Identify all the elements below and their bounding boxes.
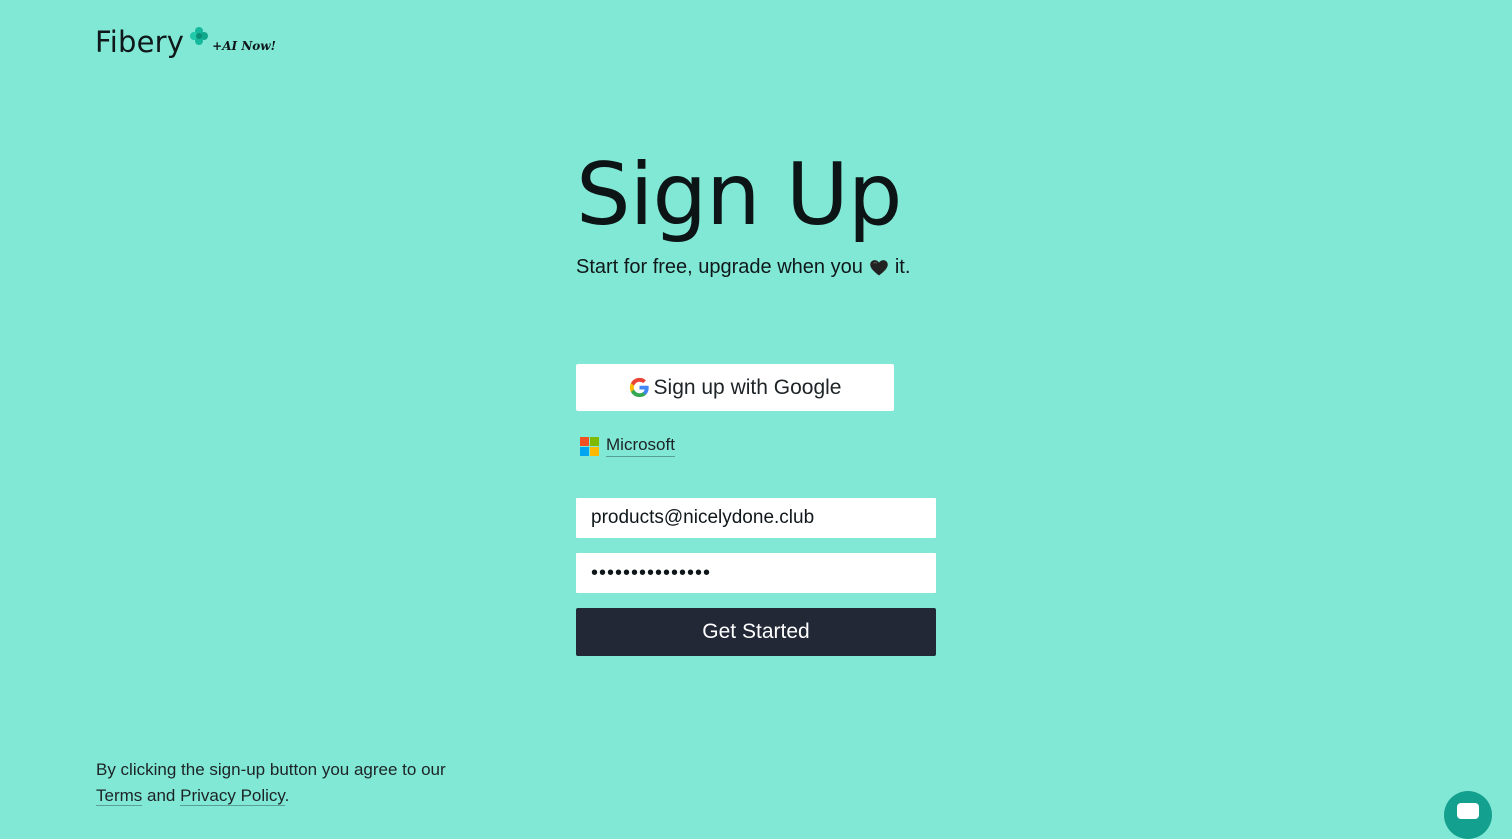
legal-text: By clicking the sign-up button you agree…	[96, 760, 446, 779]
google-signup-label: Sign up with Google	[653, 375, 842, 399]
google-signup-button[interactable]: Sign up with Google	[576, 364, 894, 411]
password-field[interactable]	[576, 553, 936, 593]
signup-header: Sign Up Start for free, upgrade when you…	[576, 145, 976, 278]
chat-launcher-button[interactable]	[1444, 791, 1492, 839]
subtitle-text-after: it.	[894, 256, 911, 278]
microsoft-signup-link[interactable]: Microsoft	[580, 435, 675, 457]
legal-end: .	[284, 786, 290, 805]
legal-joiner: and	[147, 786, 176, 805]
microsoft-link-label: Microsoft	[606, 435, 675, 457]
privacy-policy-link[interactable]: Privacy Policy	[180, 786, 285, 806]
page-subtitle: Start for free, upgrade when you it.	[576, 256, 910, 279]
legal-notice: By clicking the sign-up button you agree…	[96, 757, 516, 809]
brand-name: Fibery	[95, 25, 185, 59]
black-heart-icon	[870, 259, 888, 275]
fibery-mark-icon	[190, 27, 209, 45]
brand-tagline: +AI Now!	[212, 39, 276, 53]
google-icon	[629, 377, 649, 398]
subtitle-text-before: Start for free, upgrade when you	[576, 256, 863, 278]
page-title: Sign Up	[576, 145, 902, 245]
email-field[interactable]	[576, 498, 936, 538]
chat-bubble-icon	[1457, 803, 1479, 819]
microsoft-icon	[580, 436, 599, 456]
terms-link[interactable]: Terms	[96, 786, 143, 806]
brand-logo[interactable]: Fibery +AI Now!	[95, 24, 276, 60]
get-started-button[interactable]: Get Started	[576, 608, 936, 656]
